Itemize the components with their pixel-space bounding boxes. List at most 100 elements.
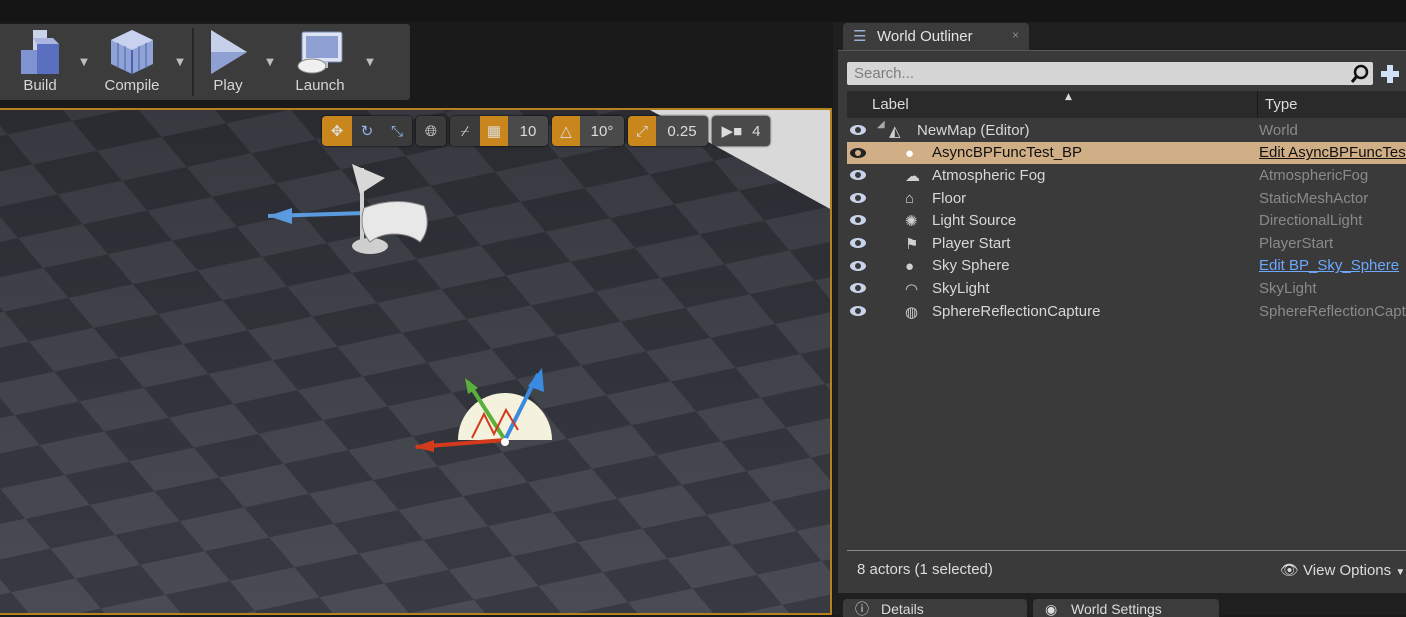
row-type[interactable]: Edit BP_Sky_Sphere: [1259, 257, 1399, 274]
actor-count: 8 actors (1 selected): [857, 561, 993, 578]
mesh-icon: ⌂: [905, 189, 915, 207]
play-button[interactable]: Play: [196, 24, 260, 100]
visibility-eye-icon[interactable]: [849, 304, 867, 318]
bottom-tab-bar: ⓘ Details ◉ World Settings: [838, 597, 1406, 617]
visibility-eye-icon[interactable]: [849, 146, 867, 160]
build-options-dropdown[interactable]: ▼: [74, 24, 94, 100]
chevron-down-icon: ▼: [266, 56, 274, 68]
close-icon[interactable]: ×: [1012, 28, 1019, 42]
launch-label: Launch: [295, 77, 345, 94]
chevron-down-icon: ▼: [176, 56, 184, 68]
maximize-viewport-button[interactable]: ⧉: [774, 116, 794, 146]
player-start-icon: ⚑: [905, 235, 919, 253]
scale-snap-toggle[interactable]: ⤢: [628, 116, 656, 146]
sphere-icon: ●: [905, 257, 915, 275]
build-button[interactable]: Build: [6, 24, 74, 100]
tab-details[interactable]: ⓘ Details: [843, 599, 1027, 617]
compile-options-dropdown[interactable]: ▼: [170, 24, 190, 100]
visibility-eye-icon[interactable]: [849, 168, 867, 182]
search-input[interactable]: Search...: [847, 62, 1373, 85]
row-type: AtmosphericFog: [1259, 166, 1369, 184]
column-header: Label ▲ Type: [847, 91, 1406, 118]
level-viewport[interactable]: ✥ ↻ ⤡ 🌐︎ ⌿ ▦ 10 △ 10° ⤢ 0.25 ▶■ 4 ⧉: [0, 108, 832, 615]
grid-snap-toggle[interactable]: ▦: [480, 116, 508, 146]
scale-icon: ⤡: [390, 122, 403, 140]
translate-mode-button[interactable]: ✥: [322, 116, 352, 146]
grid-icon: ▦: [486, 123, 502, 140]
launch-button[interactable]: Launch: [280, 24, 360, 100]
table-row[interactable]: ● Sky Sphere Edit BP_Sky_Sphere: [847, 255, 1406, 278]
launch-icon: [297, 31, 343, 74]
grid-snap-dropdown[interactable]: 10: [508, 116, 548, 146]
fog-icon: ☁: [905, 168, 920, 186]
globe-icon: 🌐︎: [424, 122, 437, 140]
camera-speed-value: 4: [752, 122, 761, 140]
visibility-eye-icon[interactable]: [849, 213, 867, 227]
rotation-snap-dropdown[interactable]: 10°: [580, 116, 624, 146]
skylight-icon: ◠: [905, 281, 919, 299]
rotation-snap-group: △ 10°: [552, 116, 624, 146]
scale-snap-group: ⤢ 0.25: [628, 116, 708, 146]
compile-button[interactable]: Compile: [94, 24, 170, 100]
scale-arrow-icon: ⤢: [635, 122, 648, 140]
chevron-down-icon: ▼: [1395, 567, 1406, 578]
row-label: Player Start: [932, 234, 1011, 252]
tab-world-outliner[interactable]: ☰ World Outliner ×: [843, 23, 1029, 50]
camera-speed-dropdown[interactable]: ▶■ 4: [712, 116, 770, 146]
row-type: SphereReflectionCapture: [1259, 302, 1406, 320]
surface-snap-button[interactable]: ⌿: [450, 116, 480, 146]
main-toolbar: Build ▼ Compile ▼ Play ▼ Launch ▼: [0, 24, 410, 100]
label-column-header[interactable]: Label: [872, 96, 909, 113]
visibility-eye-icon[interactable]: [849, 191, 867, 205]
scale-mode-button[interactable]: ⤡: [382, 116, 412, 146]
view-options-button[interactable]: 👁︎ View Options ▼: [1280, 561, 1405, 579]
row-type[interactable]: Edit AsyncBPFuncTest_BP: [1259, 144, 1406, 161]
play-icon: [211, 30, 247, 74]
rotation-snap-value: 10°: [590, 122, 614, 140]
viewport-toolbar: ✥ ↻ ⤡ 🌐︎ ⌿ ▦ 10 △ 10° ⤢ 0.25 ▶■ 4 ⧉: [322, 114, 794, 148]
search-placeholder: Search...: [854, 65, 915, 82]
row-label: SkyLight: [932, 279, 990, 297]
table-row[interactable]: ⌂ Floor StaticMeshActor: [847, 187, 1406, 210]
camera-icon: ▶■: [721, 123, 743, 140]
row-label: Atmospheric Fog: [932, 166, 1046, 184]
play-options-dropdown[interactable]: ▼: [260, 24, 280, 100]
rotate-mode-button[interactable]: ↻: [352, 116, 382, 146]
eye-icon: 👁︎: [1280, 562, 1300, 579]
map-icon: ◭: [889, 123, 901, 140]
visibility-eye-icon[interactable]: [849, 236, 867, 250]
visibility-eye-icon[interactable]: [849, 259, 867, 273]
add-actor-icon[interactable]: [1379, 63, 1401, 85]
actor-list: ◢ ◭ NewMap (Editor) World ● AsyncBPFuncTest_B…: [847, 119, 1406, 322]
table-row[interactable]: ● AsyncBPFuncTest_BP Edit AsyncBPFuncTest_…: [847, 141, 1406, 165]
launch-options-dropdown[interactable]: ▼: [360, 24, 380, 100]
view-options-label: View Options: [1303, 562, 1392, 579]
scale-snap-dropdown[interactable]: 0.25: [656, 116, 708, 146]
type-column-header[interactable]: Type: [1257, 91, 1406, 118]
table-row[interactable]: ◍ SphereReflectionCapture SphereReflection…: [847, 300, 1406, 323]
expand-arrow-icon[interactable]: ◢: [877, 119, 885, 130]
table-row[interactable]: ◢ ◭ NewMap (Editor) World: [847, 119, 1406, 142]
compile-label: Compile: [104, 77, 160, 94]
visibility-eye-icon[interactable]: [849, 281, 867, 295]
grid-snap-group: ⌿ ▦ 10: [450, 116, 548, 146]
camera-speed-group: ▶■ 4: [712, 116, 770, 146]
row-type: DirectionalLight: [1259, 212, 1363, 230]
list-icon: ☰: [853, 28, 867, 45]
transform-mode-group: ✥ ↻ ⤡: [322, 116, 412, 146]
table-row[interactable]: ◠ SkyLight SkyLight: [847, 277, 1406, 300]
table-row[interactable]: ✺ Light Source DirectionalLight: [847, 209, 1406, 232]
tab-world-settings[interactable]: ◉ World Settings: [1033, 599, 1219, 617]
angle-icon: △: [560, 123, 572, 140]
surface-snap-icon: ⌿: [460, 122, 470, 140]
compile-icon: [111, 30, 153, 74]
world-coordinates-button[interactable]: 🌐︎: [416, 116, 446, 146]
coordinate-system-group: 🌐︎: [416, 116, 446, 146]
visibility-eye-icon[interactable]: [849, 123, 867, 137]
row-label: Floor: [932, 189, 967, 207]
grid-snap-value: 10: [519, 122, 537, 140]
rotation-snap-toggle[interactable]: △: [552, 116, 580, 146]
table-row[interactable]: ☁ Atmospheric Fog AtmosphericFog: [847, 164, 1406, 187]
table-row[interactable]: ⚑ Player Start PlayerStart: [847, 232, 1406, 255]
title-bar: [0, 0, 1406, 22]
